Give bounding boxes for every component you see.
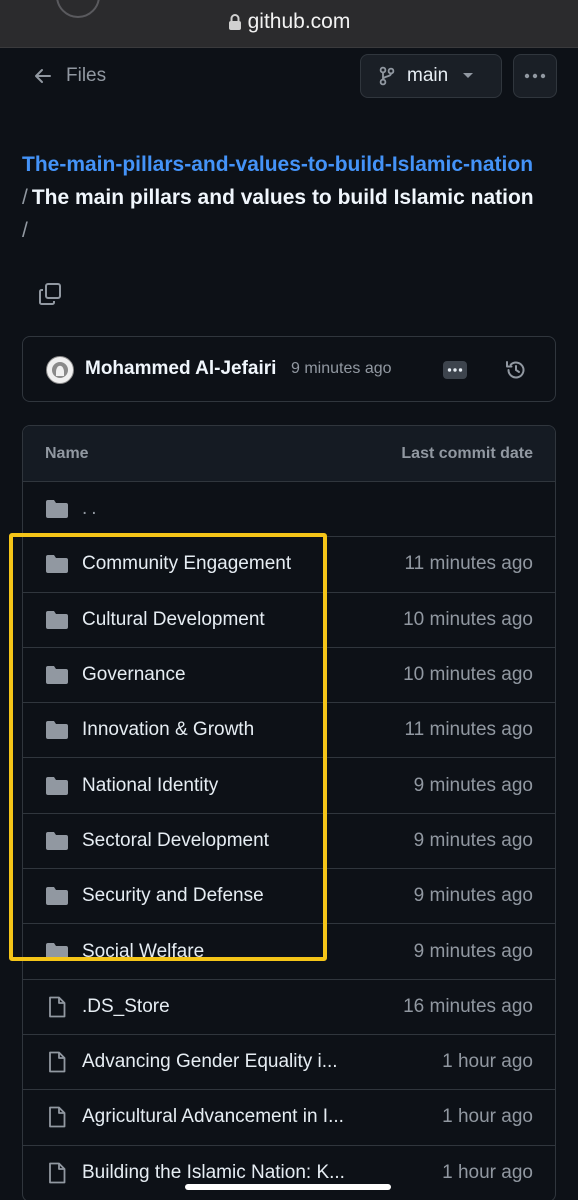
- more-options-button[interactable]: [513, 54, 557, 98]
- breadcrumb: The-main-pillars-and-values-to-build-Isl…: [22, 148, 552, 247]
- file-icon: [45, 1162, 69, 1184]
- branch-name: main: [407, 65, 449, 86]
- repo-link[interactable]: The-main-pillars-and-values-to-build-Isl…: [22, 148, 552, 181]
- folder-name-link[interactable]: Social Welfare: [82, 941, 404, 963]
- parent-directory-row[interactable]: ..: [23, 482, 555, 538]
- folder-icon: [45, 942, 69, 962]
- folder-name-link[interactable]: Innovation & Growth: [82, 719, 394, 741]
- table-row[interactable]: Community Engagement 11 minutes ago: [23, 537, 555, 593]
- last-commit-date: 9 minutes ago: [413, 829, 533, 851]
- folder-icon: [45, 610, 69, 630]
- folder-name-link[interactable]: National Identity: [82, 775, 404, 797]
- url-text: github.com: [247, 10, 351, 33]
- browser-url-bar[interactable]: github.com: [0, 0, 578, 48]
- home-indicator[interactable]: [185, 1184, 391, 1190]
- avatar[interactable]: [46, 356, 74, 384]
- breadcrumb-trailing-separator: /: [22, 219, 28, 242]
- table-row[interactable]: Agricultural Advancement in I... 1 hour a…: [23, 1090, 555, 1146]
- commit-author[interactable]: Mohammed Al-Jefairi: [85, 358, 276, 380]
- last-commit-date: 1 hour ago: [442, 1106, 533, 1128]
- table-row[interactable]: Innovation & Growth 11 minutes ago: [23, 703, 555, 759]
- git-branch-icon: [379, 66, 395, 86]
- branch-selector-button[interactable]: main: [360, 54, 502, 98]
- last-commit-date: 10 minutes ago: [403, 664, 533, 686]
- folder-name-link[interactable]: Governance: [82, 664, 393, 686]
- table-row[interactable]: Governance 10 minutes ago: [23, 648, 555, 704]
- table-row[interactable]: Social Welfare 9 minutes ago: [23, 924, 555, 980]
- column-header-name: Name: [45, 444, 89, 462]
- file-icon: [45, 1051, 69, 1073]
- table-header: Name Last commit date: [23, 426, 555, 482]
- column-header-date: Last commit date: [401, 444, 533, 462]
- table-row[interactable]: Security and Defense 9 minutes ago: [23, 869, 555, 925]
- current-folder-title: The main pillars and values to build Isl…: [31, 186, 534, 209]
- folder-name-link[interactable]: Sectoral Development: [82, 830, 404, 852]
- back-label: Files: [66, 65, 107, 86]
- last-commit-date: 9 minutes ago: [413, 774, 533, 796]
- folder-icon: [45, 720, 69, 740]
- last-commit-date: 11 minutes ago: [404, 553, 533, 575]
- lock-icon: [228, 14, 241, 30]
- ellipsis-icon: [447, 368, 463, 372]
- folder-name-link[interactable]: Cultural Development: [82, 609, 393, 631]
- folder-icon: [45, 886, 69, 906]
- folder-icon: [45, 831, 69, 851]
- url-display[interactable]: github.com: [0, 10, 578, 34]
- folder-icon: [45, 499, 69, 519]
- github-mark-icon: [52, 362, 68, 378]
- last-commit-date: 10 minutes ago: [403, 608, 533, 630]
- folder-name-link[interactable]: Community Engagement: [82, 553, 394, 575]
- kebab-horizontal-icon: [524, 73, 546, 79]
- file-name-link[interactable]: Advancing Gender Equality i...: [82, 1051, 432, 1073]
- history-icon[interactable]: [504, 358, 528, 382]
- chevron-down-icon: [463, 73, 474, 78]
- back-to-files-link[interactable]: Files: [34, 60, 106, 92]
- table-row[interactable]: Sectoral Development 9 minutes ago: [23, 814, 555, 870]
- file-name-link[interactable]: .DS_Store: [82, 996, 393, 1018]
- table-row[interactable]: .DS_Store 16 minutes ago: [23, 980, 555, 1035]
- copy-icon: [39, 283, 61, 305]
- file-table: Name Last commit date .. Community Engag…: [22, 425, 556, 1200]
- last-commit-date: 16 minutes ago: [403, 995, 533, 1017]
- parent-directory-link[interactable]: ..: [82, 498, 533, 520]
- last-commit-date: 1 hour ago: [442, 1051, 533, 1073]
- arrow-left-icon: [35, 69, 51, 83]
- commit-time: 9 minutes ago: [291, 360, 392, 377]
- last-commit-date: 11 minutes ago: [404, 719, 533, 741]
- latest-commit-box: Mohammed Al-Jefairi 9 minutes ago: [22, 336, 556, 402]
- file-icon: [45, 996, 69, 1018]
- breadcrumb-separator: /: [22, 186, 28, 209]
- table-row[interactable]: Cultural Development 10 minutes ago: [23, 593, 555, 648]
- file-name-link[interactable]: Agricultural Advancement in I...: [82, 1106, 432, 1128]
- file-icon: [45, 1107, 69, 1128]
- table-row[interactable]: Building the Islamic Nation: K... 1 hour …: [23, 1146, 555, 1200]
- folder-icon: [45, 554, 69, 574]
- last-commit-date: 9 minutes ago: [413, 940, 533, 962]
- commit-message-toggle[interactable]: [443, 361, 467, 379]
- file-name-link[interactable]: Building the Islamic Nation: K...: [82, 1162, 432, 1184]
- folder-icon: [45, 776, 69, 796]
- last-commit-date: 1 hour ago: [442, 1161, 533, 1183]
- table-row[interactable]: Advancing Gender Equality i... 1 hour ago: [23, 1035, 555, 1091]
- folder-icon: [45, 665, 69, 685]
- folder-name-link[interactable]: Security and Defense: [82, 885, 404, 907]
- table-row[interactable]: National Identity 9 minutes ago: [23, 758, 555, 814]
- last-commit-date: 9 minutes ago: [413, 885, 533, 907]
- table-rows: Community Engagement 11 minutes ago Cultur…: [23, 537, 555, 1200]
- copy-path-button[interactable]: [38, 282, 64, 308]
